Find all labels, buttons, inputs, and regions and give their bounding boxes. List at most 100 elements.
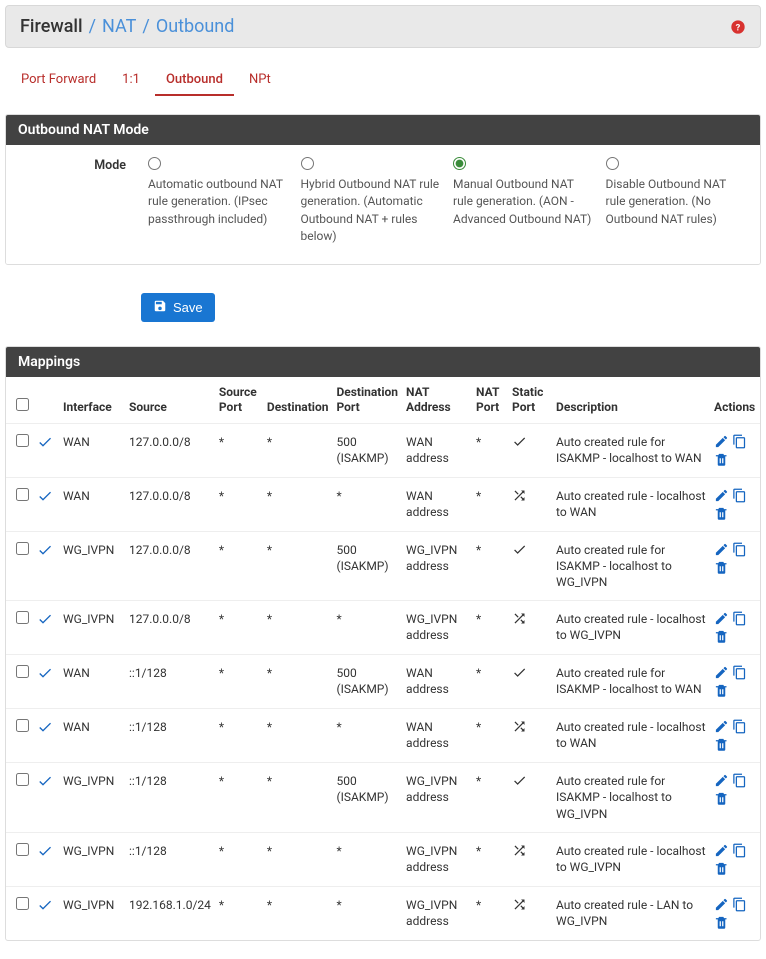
- edit-icon[interactable]: [714, 611, 729, 626]
- mode-label: Mode: [18, 157, 148, 246]
- tab-1-1[interactable]: 1:1: [111, 66, 151, 96]
- destination-port-cell: *: [332, 709, 402, 763]
- table-header-row: InterfaceSourceSource PortDestinationDes…: [6, 377, 760, 424]
- col-header: Static Port: [508, 377, 552, 424]
- static-port-cell: [508, 477, 552, 531]
- nat-port-cell: *: [472, 763, 508, 833]
- copy-icon[interactable]: [732, 773, 747, 788]
- mode-radio[interactable]: [148, 157, 161, 170]
- edit-icon[interactable]: [714, 542, 729, 557]
- copy-icon[interactable]: [732, 897, 747, 912]
- check-icon: [512, 546, 527, 560]
- row-select-checkbox[interactable]: [16, 773, 29, 786]
- help-icon[interactable]: ?: [730, 19, 746, 35]
- enabled-check-icon[interactable]: [37, 724, 53, 738]
- check-icon: [512, 669, 527, 683]
- edit-icon[interactable]: [714, 665, 729, 680]
- nat-address-cell: WAN address: [402, 655, 472, 709]
- col-header: Description: [552, 377, 710, 424]
- delete-icon[interactable]: [714, 683, 729, 698]
- delete-icon[interactable]: [714, 452, 729, 467]
- table-row: WG_IVPN127.0.0.0/8**500 (ISAKMP)WG_IVPN …: [6, 531, 760, 601]
- edit-icon[interactable]: [714, 434, 729, 449]
- row-select-checkbox[interactable]: [16, 665, 29, 678]
- edit-icon[interactable]: [714, 488, 729, 503]
- copy-icon[interactable]: [732, 488, 747, 503]
- col-header: [33, 377, 59, 424]
- shuffle-icon: [512, 723, 527, 737]
- copy-icon[interactable]: [732, 542, 747, 557]
- tab-port-forward[interactable]: Port Forward: [10, 66, 107, 96]
- nat-port-cell: *: [472, 655, 508, 709]
- nat-port-cell: *: [472, 886, 508, 940]
- copy-icon[interactable]: [732, 434, 747, 449]
- row-select-checkbox[interactable]: [16, 488, 29, 501]
- copy-icon[interactable]: [732, 843, 747, 858]
- row-select-checkbox[interactable]: [16, 719, 29, 732]
- copy-icon[interactable]: [732, 611, 747, 626]
- table-row: WG_IVPN192.168.1.0/24***WG_IVPN address*…: [6, 886, 760, 940]
- select-all-checkbox[interactable]: [16, 398, 29, 411]
- edit-icon[interactable]: [714, 843, 729, 858]
- mode-radio[interactable]: [301, 157, 314, 170]
- row-select-checkbox[interactable]: [16, 611, 29, 624]
- destination-cell: *: [263, 709, 333, 763]
- delete-icon[interactable]: [714, 629, 729, 644]
- mode-radio[interactable]: [606, 157, 619, 170]
- edit-icon[interactable]: [714, 719, 729, 734]
- delete-icon[interactable]: [714, 791, 729, 806]
- delete-icon[interactable]: [714, 506, 729, 521]
- enabled-check-icon[interactable]: [37, 547, 53, 561]
- mode-radio[interactable]: [453, 157, 466, 170]
- row-select-checkbox[interactable]: [16, 897, 29, 910]
- actions-cell: [710, 832, 760, 886]
- delete-icon[interactable]: [714, 560, 729, 575]
- table-row: WAN::1/128**500 (ISAKMP)WAN address*Auto…: [6, 655, 760, 709]
- enabled-check-icon[interactable]: [37, 778, 53, 792]
- destination-cell: *: [263, 531, 333, 601]
- enabled-check-icon[interactable]: [37, 439, 53, 453]
- static-port-cell: [508, 763, 552, 833]
- tab-npt[interactable]: NPt: [238, 66, 282, 96]
- breadcrumb-link-nat[interactable]: NAT: [102, 16, 136, 37]
- col-header: Destination: [263, 377, 333, 424]
- delete-icon[interactable]: [714, 915, 729, 930]
- row-select-checkbox[interactable]: [16, 843, 29, 856]
- col-header: Interface: [59, 377, 125, 424]
- save-button[interactable]: Save: [141, 293, 215, 322]
- mode-desc: Hybrid Outbound NAT rule generation. (Au…: [301, 176, 444, 246]
- static-port-cell: [508, 655, 552, 709]
- edit-icon[interactable]: [714, 897, 729, 912]
- svg-text:?: ?: [736, 22, 741, 33]
- destination-cell: *: [263, 886, 333, 940]
- copy-icon[interactable]: [732, 719, 747, 734]
- col-header: Destination Port: [332, 377, 402, 424]
- enabled-check-icon[interactable]: [37, 670, 53, 684]
- interface-cell: WG_IVPN: [59, 763, 125, 833]
- destination-port-cell: 500 (ISAKMP): [332, 655, 402, 709]
- row-select-checkbox[interactable]: [16, 434, 29, 447]
- breadcrumb-sep: /: [142, 16, 149, 37]
- breadcrumb-current[interactable]: Outbound: [156, 16, 235, 37]
- source-port-cell: *: [215, 655, 263, 709]
- nat-port-cell: *: [472, 477, 508, 531]
- mode-option: Disable Outbound NAT rule generation. (N…: [606, 157, 749, 246]
- copy-icon[interactable]: [732, 665, 747, 680]
- delete-icon[interactable]: [714, 737, 729, 752]
- edit-icon[interactable]: [714, 773, 729, 788]
- enabled-check-icon[interactable]: [37, 848, 53, 862]
- col-header: NAT Port: [472, 377, 508, 424]
- enabled-check-icon[interactable]: [37, 616, 53, 630]
- enabled-check-icon[interactable]: [37, 902, 53, 916]
- mode-desc: Manual Outbound NAT rule generation. (AO…: [453, 176, 596, 228]
- delete-icon[interactable]: [714, 861, 729, 876]
- actions-cell: [710, 423, 760, 477]
- row-select-checkbox[interactable]: [16, 542, 29, 555]
- shuffle-icon: [512, 847, 527, 861]
- tab-outbound[interactable]: Outbound: [155, 66, 234, 96]
- save-row: Save: [5, 283, 761, 328]
- interface-cell: WAN: [59, 709, 125, 763]
- source-cell: 192.168.1.0/24: [125, 886, 215, 940]
- enabled-check-icon[interactable]: [37, 493, 53, 507]
- actions-cell: [710, 709, 760, 763]
